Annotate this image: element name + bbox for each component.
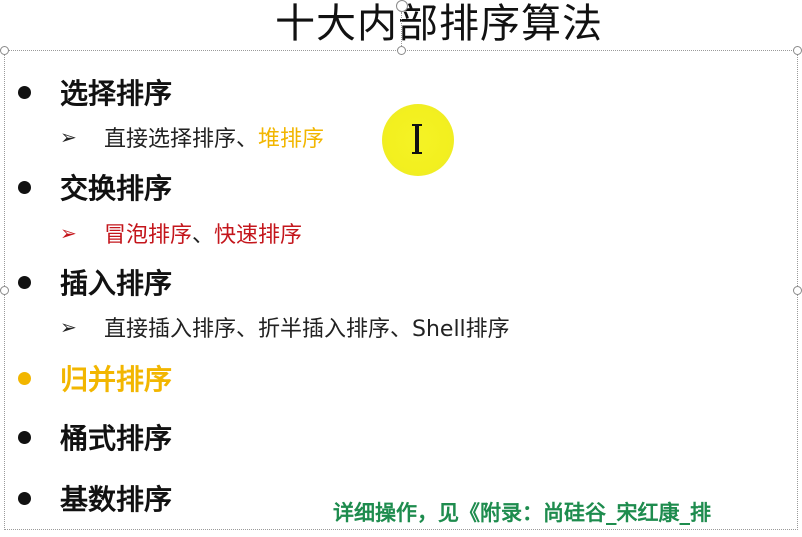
rotate-stem [401,12,402,46]
bullet-icon [18,491,31,505]
list-item-label: 选择排序 [60,77,173,110]
slide-canvas: 十大内部排序算法 选择排序 ➢ 直接选择排序、 堆排序 交换排序 ➢ 冒泡排序 … [0,0,802,537]
list-item-label: 基数排序 [60,483,173,516]
sub-list-item[interactable]: ➢ 直接选择排序、 堆排序 [60,120,324,154]
list-item[interactable]: 归并排序 [18,356,172,400]
list-item[interactable]: 选择排序 [18,70,172,114]
arrow-bullet-icon: ➢ [60,221,77,245]
sub-item-text: 快速排序 [214,223,303,248]
sub-list-item[interactable]: ➢ 冒泡排序 、 快速排序 [60,216,302,250]
rotate-handle[interactable] [396,0,408,12]
sub-list-item[interactable]: ➢ 直接插入排序、折半插入排序、Shell排序 [60,310,510,344]
resize-handle-top[interactable] [397,46,406,55]
bullet-icon [18,275,31,289]
resize-handle-right[interactable] [793,286,802,295]
bullet-icon [18,85,31,99]
i-beam-cursor-icon [412,124,422,154]
bullet-icon [18,180,31,194]
bullet-icon [18,430,31,444]
sub-item-highlight: 堆排序 [258,127,325,152]
list-item-label: 交换排序 [60,172,173,205]
resize-handle-left[interactable] [0,286,9,295]
arrow-bullet-icon: ➢ [60,315,77,339]
bullet-icon [18,371,31,385]
sub-item-separator: 、 [192,223,215,248]
resize-handle-top-right[interactable] [793,46,802,55]
list-item-label: 桶式排序 [60,422,173,455]
footer-note: 详细操作，见《附录：尚硅谷_宋红康_排 [333,501,711,525]
sub-item-text: 直接插入排序、折半插入排序、Shell排序 [104,317,510,342]
list-item[interactable]: 桶式排序 [18,415,172,459]
list-item[interactable]: 基数排序 [18,476,172,520]
arrow-bullet-icon: ➢ [60,125,77,149]
sub-item-text: 冒泡排序 [104,223,193,248]
resize-handle-top-left[interactable] [0,46,9,55]
list-item-label: 插入排序 [60,267,173,300]
list-item-label: 归并排序 [60,363,173,396]
list-item[interactable]: 交换排序 [18,165,172,209]
slide-title[interactable]: 十大内部排序算法 [275,0,603,48]
sub-item-text: 直接选择排序、 [104,127,259,152]
list-item[interactable]: 插入排序 [18,260,172,304]
